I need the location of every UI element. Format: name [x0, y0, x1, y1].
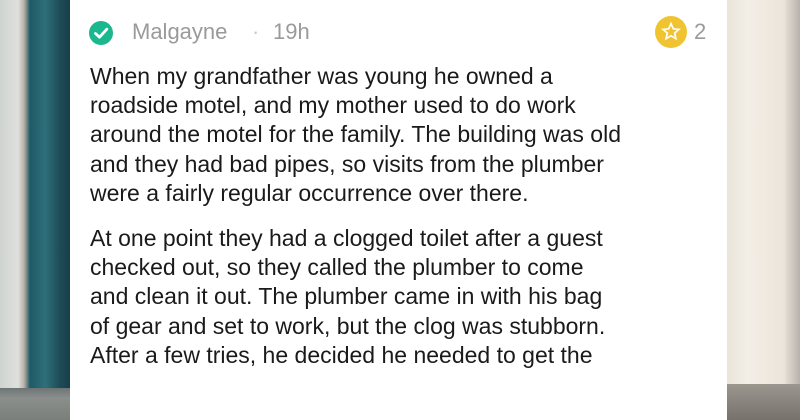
star-badge-icon: [655, 16, 687, 48]
text-line: checked out, so they called the plumber …: [90, 254, 584, 281]
paragraph-2: At one point they had a clogged toilet a…: [90, 224, 720, 370]
background-floor-left: [0, 388, 70, 420]
background-wall-shadow: [785, 0, 800, 420]
text-line: around the motel for the family. The bui…: [90, 121, 621, 148]
text-line: At one point they had a clogged toilet a…: [90, 225, 603, 252]
text-line: After a few tries, he decided he needed …: [90, 341, 593, 368]
comment-body: When my grandfather was young he owned a…: [90, 62, 720, 386]
text-line: and clean it out. The plumber came in wi…: [90, 283, 603, 310]
text-line: roadside motel, and my mother used to do…: [90, 92, 576, 119]
background-floor-right: [727, 384, 800, 420]
comment-header: Malgayne · 19h 2: [70, 0, 727, 62]
comment-card: Malgayne · 19h 2 When my grandfather was…: [70, 0, 727, 420]
text-line: of gear and set to work, but the clog wa…: [90, 312, 606, 339]
text-line: were a fairly regular occurrence over th…: [90, 179, 529, 206]
meta-separator: ·: [252, 19, 260, 44]
background-door-left: [0, 0, 70, 420]
post-age: 19h: [273, 19, 310, 44]
paragraph-1: When my grandfather was young he owned a…: [90, 62, 720, 208]
text-line: and they had bad pipes, so visits from t…: [90, 150, 604, 177]
check-circle-icon: [89, 21, 113, 45]
text-line: When my grandfather was young he owned a: [90, 63, 553, 89]
author-name[interactable]: Malgayne: [132, 19, 227, 45]
award-count: 2: [694, 19, 707, 44]
award-badge[interactable]: 2: [654, 15, 718, 49]
